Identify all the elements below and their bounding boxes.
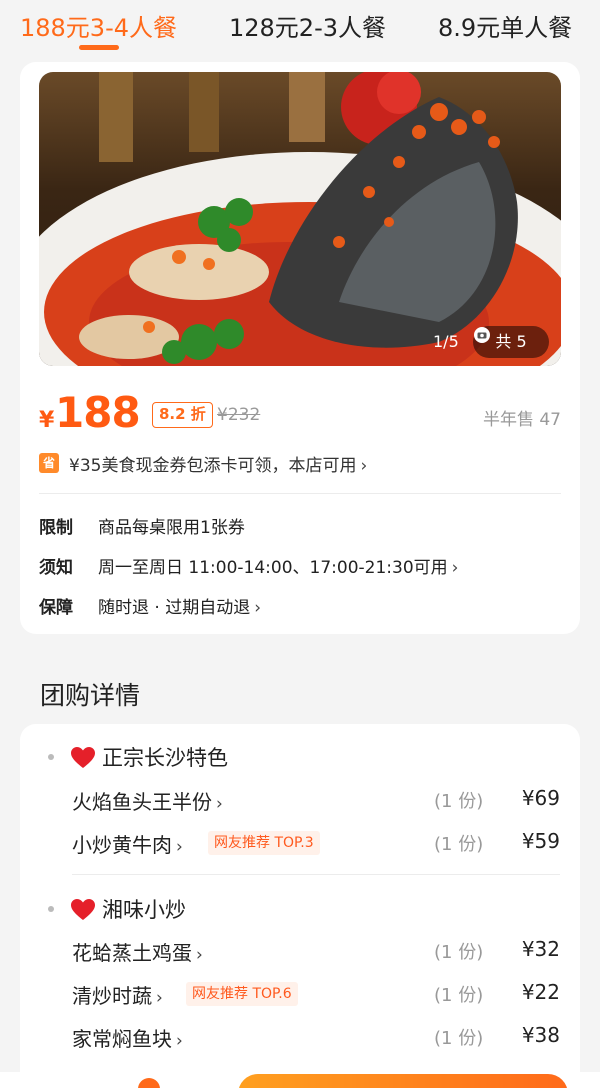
original-price: ¥232 [217,405,261,425]
item-price: ¥69 [521,786,560,810]
camera-icon [474,327,490,343]
info-value: 商品每桌限用1张券 [98,518,245,538]
recommend-tag: 网友推荐 TOP.6 [186,982,298,1006]
item-quantity: (1 份) [434,942,484,963]
group-name: 湘味小炒 [102,898,186,922]
tab-128-package[interactable]: 128元2-3人餐 [229,8,386,43]
package-details-card: 正宗长沙特色 火焰鱼头王半份 › (1 份) ¥69 小炒黄牛肉 › 网友推荐 TO… [20,724,580,1088]
item-price: ¥59 [521,829,560,853]
menu-item[interactable]: 小炒黄牛肉 › 网友推荐 TOP.3 (1 份) ¥59 [72,829,560,859]
item-name: 火焰鱼头王半份 [72,790,212,814]
chevron-right-icon: › [156,988,163,1008]
tab-single-meal[interactable]: 8.9元单人餐 [438,8,572,43]
item-quantity: (1 份) [434,791,484,812]
item-quantity: (1 份) [434,1028,484,1049]
heart-icon [71,747,95,768]
info-row-notice[interactable]: 须知 周一至周日 11:00-14:00、17:00-21:30可用 › [39,553,561,579]
chevron-right-icon: › [451,558,459,578]
photo-counter: 1/5 [433,332,459,351]
item-quantity: (1 份) [434,834,484,855]
currency-symbol: ¥ [39,408,55,433]
item-price: ¥22 [521,980,560,1004]
coupon-icon: 省 [39,453,59,473]
menu-item[interactable]: 清炒时蔬 › 网友推荐 TOP.6 (1 份) ¥22 [72,980,560,1010]
item-name: 花蛤蒸土鸡蛋 [72,941,192,965]
menu-item[interactable]: 火焰鱼头王半份 › (1 份) ¥69 [72,786,560,816]
recommend-tag: 网友推荐 TOP.3 [208,831,320,855]
active-tab-indicator [79,45,119,50]
current-price: 188 [55,388,141,437]
photo-total-label: 共 5 [495,332,527,351]
chevron-right-icon: › [176,837,183,857]
info-row-guarantee[interactable]: 保障 随时退 · 过期自动退 › [39,593,561,619]
tab-188-package[interactable]: 188元3-4人餐 [20,8,177,43]
price-row: ¥ 188 8.2 折 ¥232 半年售 47 [39,388,561,438]
fish-head-dish-image [39,72,561,366]
bullet-dot [48,906,54,912]
menu-item[interactable]: 花蛤蒸土鸡蛋 › (1 份) ¥32 [72,937,560,967]
package-tabs: 188元3-4人餐 128元2-3人餐 8.9元单人餐 [0,0,600,62]
coupon-text: ¥35美食现金券包添卡可领，本店可用 [69,456,357,476]
chevron-right-icon: › [216,794,223,814]
coupon-banner[interactable]: 省 ¥35美食现金券包添卡可领，本店可用 › [39,451,561,477]
item-quantity: (1 份) [434,985,484,1006]
info-row-limit: 限制 商品每桌限用1张券 [39,513,561,539]
info-label: 须知 [39,558,73,578]
menu-item[interactable]: 家常焖鱼块 › (1 份) ¥38 [72,1023,560,1053]
photo-total-badge[interactable]: 共 5 [473,326,549,358]
discount-badge: 8.2 折 [152,402,213,428]
item-name: 清炒时蔬 [72,984,152,1008]
info-value: 周一至周日 11:00-14:00、17:00-21:30可用 [98,558,448,578]
info-label: 保障 [39,598,73,618]
product-card: 1/5 共 5 ¥ 188 8.2 折 ¥232 半年售 47 省 ¥35美食现… [20,62,580,634]
chevron-right-icon: › [254,598,262,618]
buy-button[interactable] [238,1074,568,1088]
heart-icon [71,899,95,920]
chevron-right-icon: › [360,456,368,476]
divider [39,493,561,494]
divider [72,874,560,875]
info-label: 限制 [39,518,73,538]
section-title: 团购详情 [40,681,141,710]
group-name: 正宗长沙特色 [102,746,228,770]
product-photo[interactable]: 1/5 共 5 [39,72,561,366]
item-name: 小炒黄牛肉 [72,833,172,857]
sold-count: 半年售 47 [482,410,561,430]
item-price: ¥38 [521,1023,560,1047]
item-price: ¥32 [521,937,560,961]
bullet-dot [48,754,54,760]
chevron-right-icon: › [176,1031,183,1051]
chevron-right-icon: › [196,945,203,965]
item-name: 家常焖鱼块 [72,1027,172,1051]
info-value: 随时退 · 过期自动退 [98,598,251,618]
